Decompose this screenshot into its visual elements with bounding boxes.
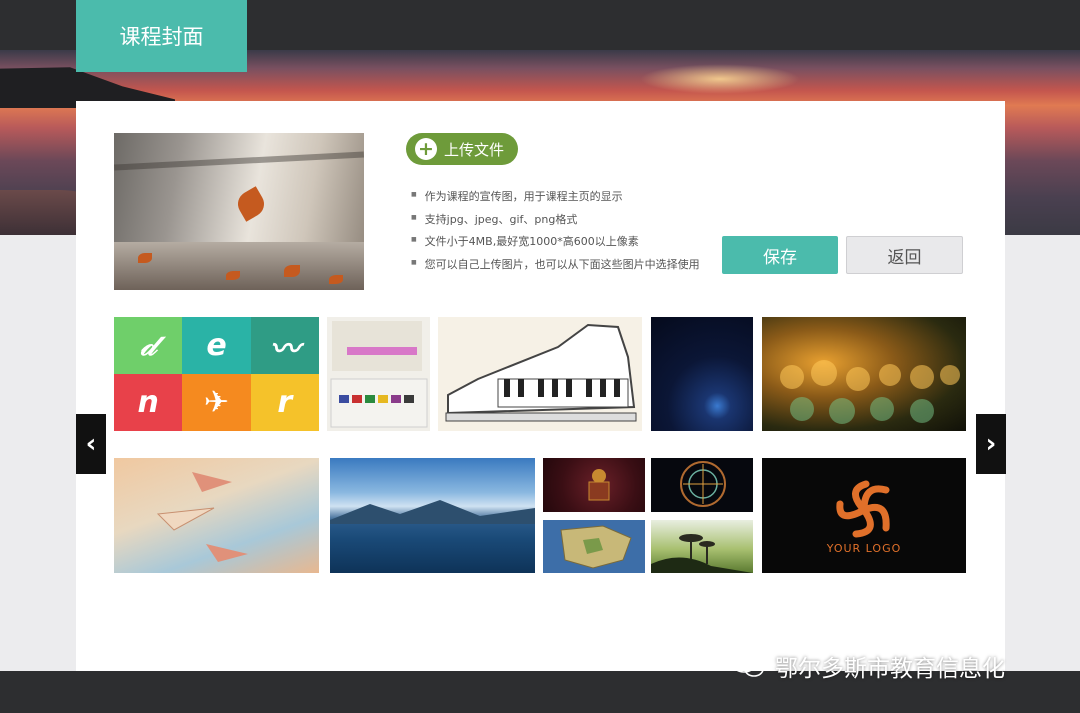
save-button[interactable]: 保存 xyxy=(722,236,838,274)
tip-item: 您可以自己上传图片，也可以从下面这些图片中选择使用 xyxy=(411,256,700,279)
chevron-right-icon: › xyxy=(985,429,997,459)
preview-leaf xyxy=(284,265,300,277)
app-tile: n xyxy=(114,374,183,431)
preview-leaf xyxy=(138,253,152,263)
back-button[interactable]: 返回 xyxy=(846,236,963,274)
preview-rail xyxy=(114,151,364,171)
preview-leaf xyxy=(226,271,240,280)
paper-planes-drawing xyxy=(156,472,248,562)
thumb-mountain-lake[interactable] xyxy=(330,458,535,573)
app-tile: r xyxy=(250,374,319,431)
app-tile: e xyxy=(182,317,251,374)
thumb-dark-blue-tech[interactable] xyxy=(651,317,753,431)
preview-ground xyxy=(114,242,364,290)
app-tile: ✈ xyxy=(182,374,251,431)
preview-leaf xyxy=(233,186,269,222)
thumb-glass-bottles[interactable] xyxy=(762,317,966,431)
watermark-text: 鄂尔多斯市教育信息化 xyxy=(775,656,1005,682)
plus-icon: + xyxy=(415,138,437,160)
upload-button-label: 上传文件 xyxy=(444,140,505,159)
app-tile: 〰 xyxy=(250,317,319,374)
thumb-app-icons[interactable]: 𝒹 e 〰 n ✈ r xyxy=(114,317,319,431)
thumb-your-logo[interactable]: YOUR LOGO xyxy=(762,458,966,573)
upload-file-button[interactable]: + 上传文件 xyxy=(406,133,518,165)
thumb-compass-clock[interactable] xyxy=(651,458,753,512)
upload-tips-list: 作为课程的宣传图，用于课程主页的显示 支持jpg、jpeg、gif、png格式 … xyxy=(411,188,700,278)
map-drawing xyxy=(560,525,632,569)
tip-item: 支持jpg、jpeg、gif、png格式 xyxy=(411,211,700,234)
thumb-piano-sneaker[interactable] xyxy=(438,317,642,431)
mountain-lake-drawing xyxy=(330,500,535,524)
chevron-left-icon: ‹ xyxy=(85,429,97,459)
logo-swirl-icon xyxy=(836,480,890,538)
compass-drawing xyxy=(680,461,726,507)
tip-item: 文件小于4MB,最好宽1000*高600以上像素 xyxy=(411,233,700,256)
tab-course-cover[interactable]: 课程封面 xyxy=(76,0,247,72)
mushrooms-drawing xyxy=(651,534,753,573)
banner-sun xyxy=(640,64,800,94)
emblem-drawing xyxy=(588,469,610,501)
thumb-mushrooms[interactable] xyxy=(651,520,753,573)
thumb-fantasy-map[interactable] xyxy=(543,520,645,573)
thumb-paper-planes[interactable] xyxy=(114,458,319,573)
tip-item: 作为课程的宣传图，用于课程主页的显示 xyxy=(411,188,700,211)
art-supplies-drawing xyxy=(330,321,428,428)
sneaker-drawing xyxy=(445,323,637,422)
wechat-icon xyxy=(732,655,764,677)
cover-preview-image xyxy=(114,133,364,290)
app-tile: 𝒹 xyxy=(114,317,183,374)
thumb-game-emblem[interactable] xyxy=(543,458,645,512)
bottles-drawing xyxy=(780,360,960,424)
logo-text: YOUR LOGO xyxy=(826,542,902,555)
carousel-prev-button[interactable]: ‹ xyxy=(76,414,106,474)
watermark: 鄂尔多斯市教育信息化 xyxy=(731,650,1005,682)
carousel-next-button[interactable]: › xyxy=(976,414,1006,474)
thumb-art-supplies[interactable] xyxy=(327,317,430,431)
preview-leaf xyxy=(329,275,343,284)
